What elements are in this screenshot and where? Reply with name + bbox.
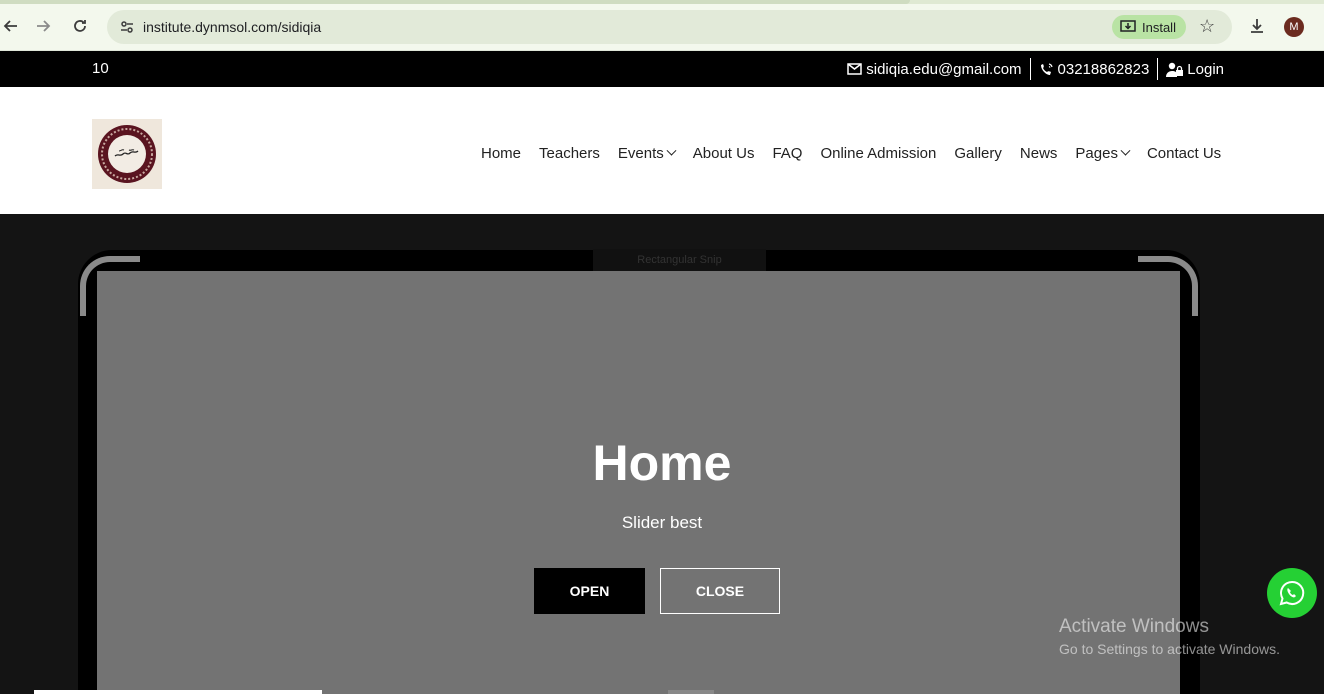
topbar-left-text: 10 — [92, 60, 109, 77]
download-icon[interactable] — [1247, 16, 1267, 36]
nav-label: Home — [481, 145, 522, 162]
nav-teachers[interactable]: Teachers — [539, 145, 600, 162]
user-lock-icon — [1166, 62, 1184, 77]
watermark-line1: Activate Windows — [1059, 616, 1209, 637]
install-button[interactable]: Install — [1112, 15, 1186, 39]
url-text[interactable]: institute.dynmsol.com/sidiqia — [143, 19, 321, 35]
nav-label: Events — [617, 145, 664, 162]
bookmark-star-icon[interactable]: ☆ — [1199, 16, 1215, 37]
email-text: sidiqia.edu@gmail.com — [866, 60, 1022, 78]
nav-label: Contact Us — [1146, 145, 1222, 162]
whatsapp-button[interactable] — [1267, 568, 1317, 618]
chevron-down-icon — [666, 145, 677, 156]
forward-icon[interactable] — [32, 15, 54, 37]
nav-gallery[interactable]: Gallery — [954, 145, 1002, 162]
hero-title: Home — [592, 435, 732, 491]
chevron-down-icon — [1120, 145, 1131, 156]
top-info-bar: 10 sidiqia.edu@gmail.com 03218862823 Log… — [0, 51, 1324, 87]
whatsapp-icon — [1279, 580, 1305, 606]
nav-home[interactable]: Home — [481, 145, 521, 162]
back-icon[interactable] — [0, 15, 22, 37]
contact-info: sidiqia.edu@gmail.com 03218862823 Login — [839, 58, 1232, 80]
nav-label: About Us — [692, 145, 755, 162]
nav-label: Gallery — [954, 145, 1002, 162]
nav-label: News — [1019, 145, 1058, 162]
profile-avatar[interactable]: M — [1284, 17, 1304, 37]
nav-pages[interactable]: Pages — [1075, 145, 1131, 162]
nav-contact-us[interactable]: Contact Us — [1147, 145, 1221, 162]
reload-icon[interactable] — [69, 15, 91, 37]
nav-online-admission[interactable]: Online Admission — [820, 145, 936, 162]
activate-windows-watermark: Activate Windows Go to Settings to activ… — [1059, 616, 1280, 657]
snip-overlay-label: Rectangular Snip — [593, 249, 766, 271]
site-logo[interactable] — [92, 119, 162, 189]
phone-text: 03218862823 — [1057, 60, 1150, 78]
nav-news[interactable]: News — [1020, 145, 1058, 162]
nav-events[interactable]: Events — [617, 145, 677, 162]
envelope-icon — [847, 63, 862, 75]
nav-label: FAQ — [772, 145, 803, 162]
phone-icon — [1040, 62, 1053, 75]
nav-faq[interactable]: FAQ — [772, 145, 802, 162]
tab-strip — [0, 0, 1324, 4]
slider-progress-bar — [34, 690, 322, 694]
nav-about-us[interactable]: About Us — [693, 145, 755, 162]
install-icon — [1120, 20, 1136, 32]
nav-label: Pages — [1075, 145, 1118, 162]
nav-label: Teachers — [539, 145, 600, 162]
site-header: Home Teachers Events About Us FAQ Online… — [0, 87, 1324, 214]
browser-chrome: institute.dynmsol.com/sidiqia Install ☆ … — [0, 0, 1324, 51]
open-button[interactable]: OPEN — [534, 568, 645, 614]
hero-subtitle: Slider best — [621, 513, 703, 532]
watermark-line2: Go to Settings to activate Windows. — [1059, 641, 1280, 657]
install-label: Install — [1142, 19, 1176, 35]
main-nav: Home Teachers Events About Us FAQ Online… — [481, 145, 1221, 162]
login-link[interactable]: Login — [1158, 61, 1232, 78]
email-link[interactable]: sidiqia.edu@gmail.com — [839, 61, 1029, 78]
close-button[interactable]: CLOSE — [660, 568, 780, 614]
slider-indicator[interactable] — [668, 690, 714, 694]
address-bar[interactable]: institute.dynmsol.com/sidiqia Install ☆ — [107, 10, 1232, 44]
login-text: Login — [1187, 60, 1224, 78]
nav-label: Online Admission — [820, 145, 937, 162]
site-settings-icon[interactable] — [119, 19, 135, 35]
phone-link[interactable]: 03218862823 — [1031, 61, 1158, 78]
